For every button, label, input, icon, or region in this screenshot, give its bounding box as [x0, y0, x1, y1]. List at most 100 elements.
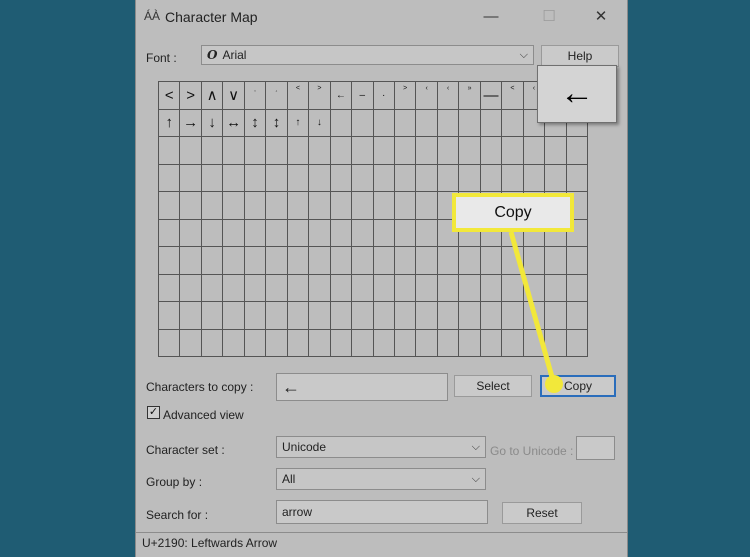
character-cell[interactable]: ˃ [394, 82, 417, 110]
character-cell[interactable] [244, 192, 267, 220]
character-cell[interactable] [373, 302, 395, 330]
character-cell[interactable] [244, 329, 267, 357]
character-cell[interactable] [394, 274, 417, 302]
character-cell[interactable]: ˃ [309, 82, 331, 110]
character-cell[interactable] [330, 109, 353, 137]
select-button[interactable]: Select [454, 375, 532, 397]
character-cell[interactable] [309, 329, 331, 357]
character-cell[interactable] [330, 192, 353, 220]
advanced-view-checkbox[interactable]: ✓ [147, 406, 160, 419]
character-cell[interactable] [352, 302, 374, 330]
character-cell[interactable] [330, 302, 353, 330]
character-cell[interactable] [459, 274, 481, 302]
character-cell[interactable] [437, 274, 460, 302]
character-cell[interactable] [201, 247, 224, 275]
character-cell[interactable] [223, 219, 245, 247]
character-cell[interactable] [201, 329, 224, 357]
character-cell[interactable] [480, 247, 503, 275]
character-cell[interactable] [373, 274, 395, 302]
character-cell[interactable] [566, 137, 588, 165]
character-cell[interactable] [459, 137, 481, 165]
character-cell[interactable] [394, 137, 417, 165]
character-cell[interactable] [437, 164, 460, 192]
character-cell[interactable]: ˂ [287, 82, 310, 110]
character-cell[interactable] [416, 109, 438, 137]
character-cell[interactable]: ˰ [266, 82, 288, 110]
character-cell[interactable] [394, 219, 417, 247]
character-cell[interactable] [223, 192, 245, 220]
character-cell[interactable] [394, 329, 417, 357]
character-cell[interactable]: ‹ [416, 82, 438, 110]
search-input[interactable]: arrow [276, 500, 488, 524]
character-cell[interactable]: ∧ [201, 82, 224, 110]
character-cell[interactable] [244, 247, 267, 275]
character-cell[interactable] [502, 164, 524, 192]
character-cell[interactable] [180, 302, 202, 330]
character-cell[interactable]: · [373, 82, 395, 110]
character-cell[interactable] [523, 164, 546, 192]
character-cell[interactable] [523, 137, 546, 165]
character-cell[interactable] [394, 192, 417, 220]
character-cell[interactable] [566, 302, 588, 330]
character-cell[interactable] [159, 137, 181, 165]
character-cell[interactable] [180, 219, 202, 247]
character-cell[interactable]: > [180, 82, 202, 110]
character-cell[interactable] [373, 137, 395, 165]
reset-button[interactable]: Reset [502, 502, 582, 524]
character-cell[interactable] [309, 164, 331, 192]
character-cell[interactable] [394, 164, 417, 192]
character-cell[interactable] [244, 137, 267, 165]
character-cell[interactable] [545, 137, 567, 165]
character-cell[interactable] [437, 302, 460, 330]
character-cell[interactable] [352, 219, 374, 247]
character-cell[interactable] [244, 164, 267, 192]
character-cell[interactable] [373, 329, 395, 357]
character-cell[interactable] [459, 302, 481, 330]
character-cell[interactable] [352, 109, 374, 137]
character-cell[interactable] [394, 109, 417, 137]
character-cell[interactable] [287, 302, 310, 330]
character-cell[interactable] [159, 247, 181, 275]
character-cell[interactable] [266, 274, 288, 302]
character-cell[interactable] [502, 137, 524, 165]
character-set-dropdown[interactable]: Unicode ⌵ [276, 436, 486, 458]
character-cell[interactable] [309, 274, 331, 302]
character-cell[interactable] [266, 302, 288, 330]
character-cell[interactable] [287, 329, 310, 357]
character-cell[interactable]: – [352, 82, 374, 110]
character-cell[interactable] [545, 247, 567, 275]
character-cell[interactable] [330, 247, 353, 275]
character-cell[interactable] [502, 247, 524, 275]
character-cell[interactable] [566, 329, 588, 357]
character-cell[interactable] [480, 109, 503, 137]
character-cell[interactable] [352, 329, 374, 357]
character-cell[interactable] [545, 164, 567, 192]
character-cell[interactable] [309, 192, 331, 220]
character-cell[interactable] [566, 247, 588, 275]
character-cell[interactable] [266, 247, 288, 275]
character-cell[interactable] [437, 329, 460, 357]
character-cell[interactable] [180, 192, 202, 220]
character-cell[interactable] [480, 137, 503, 165]
help-button[interactable]: Help [541, 45, 619, 67]
character-cell[interactable] [480, 329, 503, 357]
character-cell[interactable] [287, 274, 310, 302]
character-cell[interactable] [330, 274, 353, 302]
character-cell[interactable] [266, 219, 288, 247]
character-cell[interactable] [416, 137, 438, 165]
character-cell[interactable] [394, 247, 417, 275]
character-cell[interactable] [545, 302, 567, 330]
character-cell[interactable]: < [159, 82, 181, 110]
character-cell[interactable] [545, 274, 567, 302]
character-cell[interactable] [330, 329, 353, 357]
character-cell[interactable] [459, 329, 481, 357]
character-cell[interactable] [180, 137, 202, 165]
character-cell[interactable] [223, 329, 245, 357]
character-cell[interactable] [373, 192, 395, 220]
character-cell[interactable] [287, 137, 310, 165]
character-cell[interactable] [523, 302, 546, 330]
character-cell[interactable] [244, 302, 267, 330]
character-cell[interactable] [352, 247, 374, 275]
character-cell[interactable] [373, 247, 395, 275]
character-cell[interactable] [244, 274, 267, 302]
